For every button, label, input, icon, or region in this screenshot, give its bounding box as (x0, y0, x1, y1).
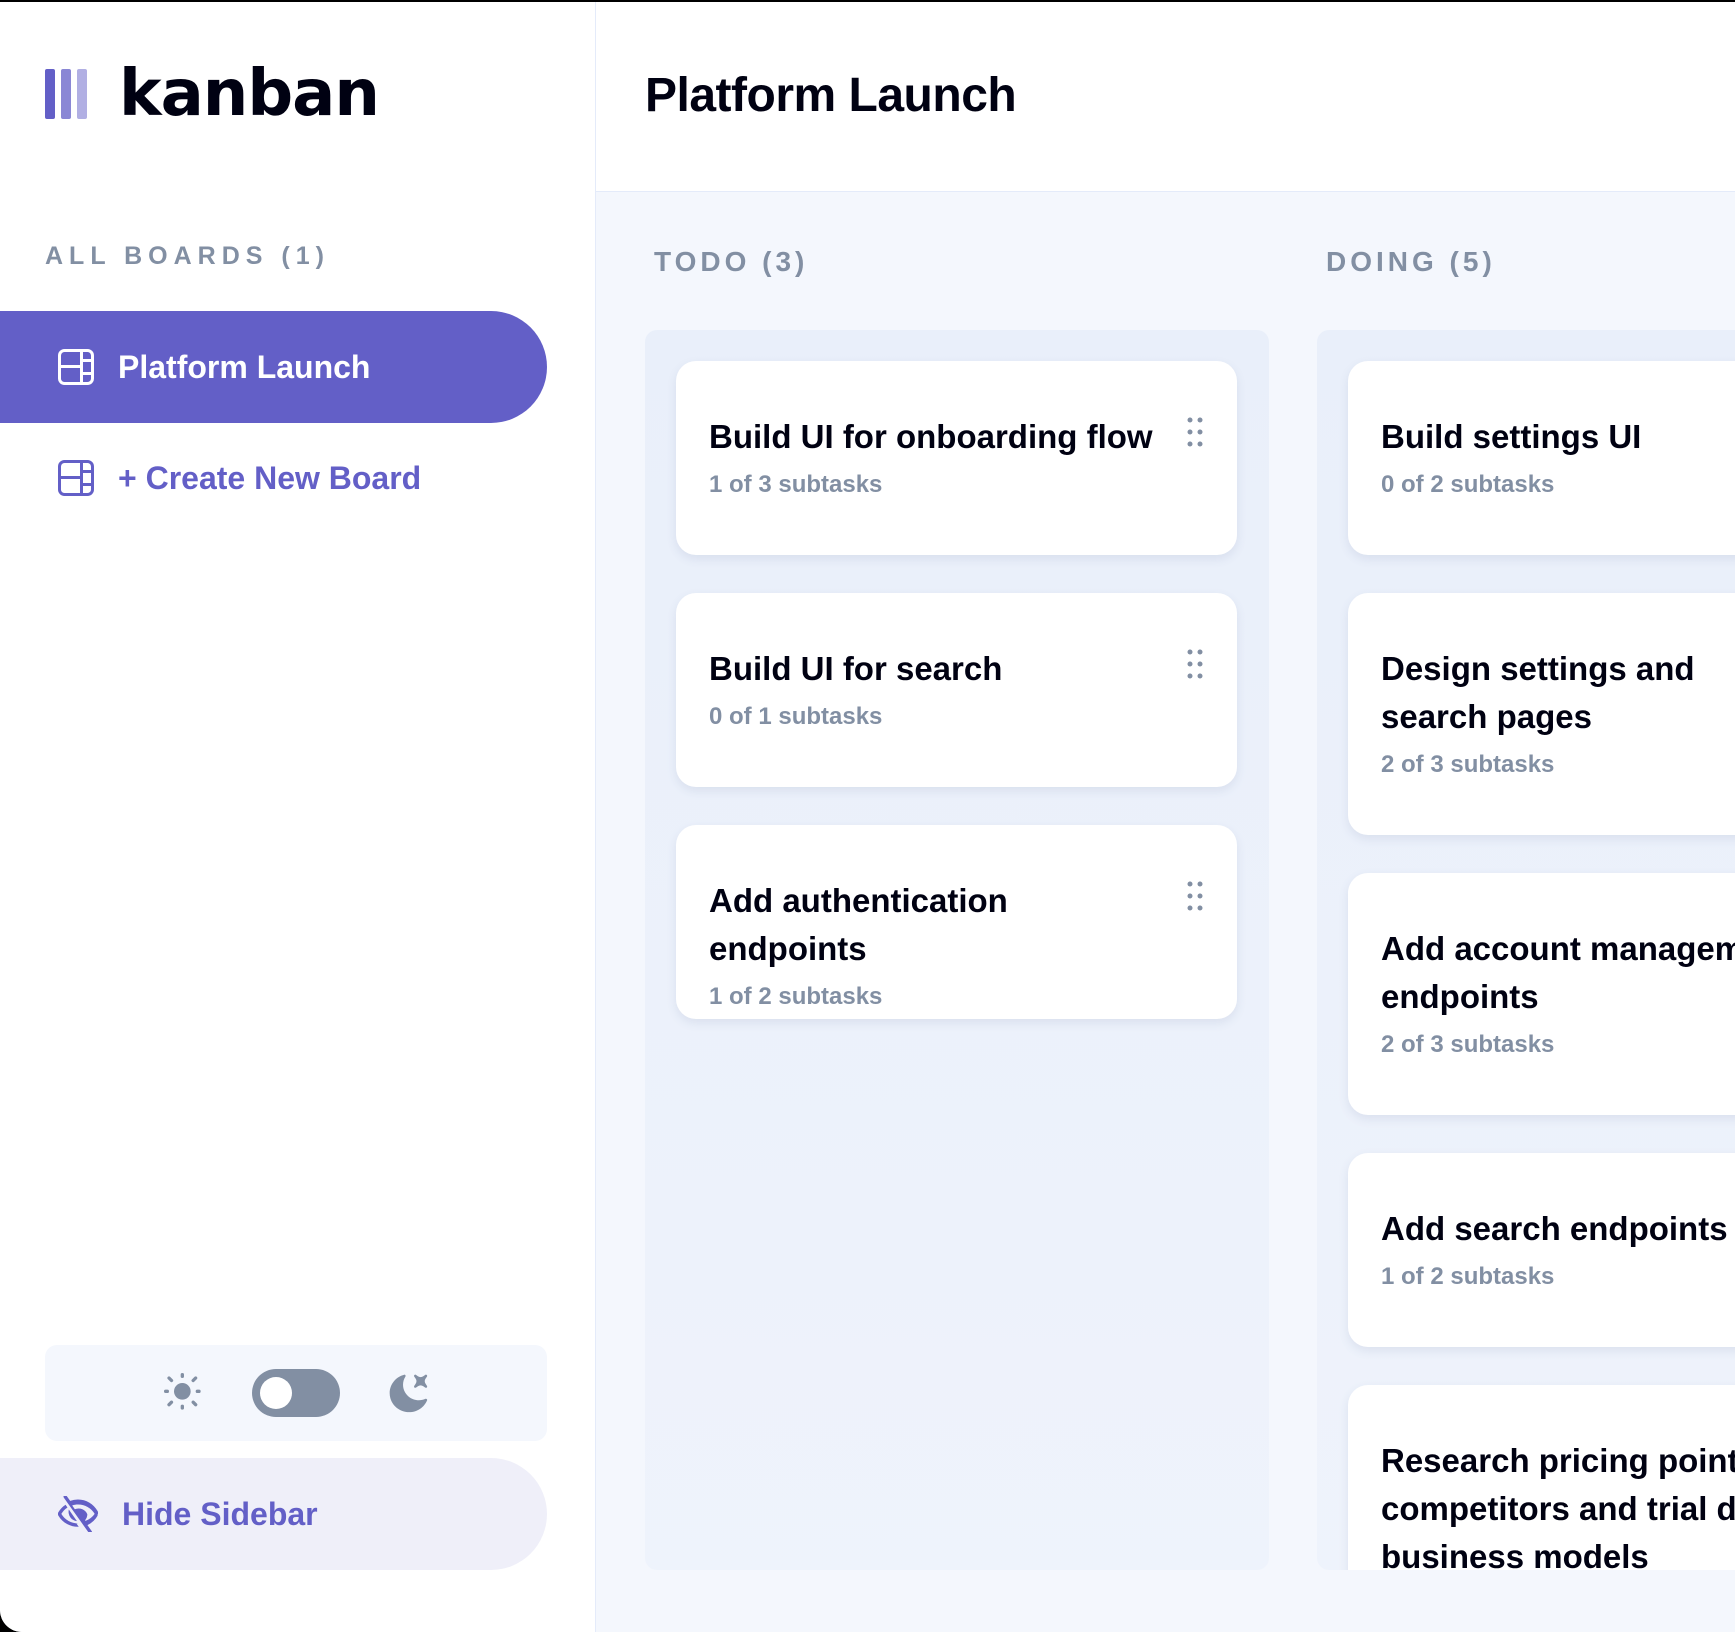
header: Platform Launch (596, 2, 1735, 192)
task-subtasks: 0 of 2 subtasks (1381, 471, 1555, 498)
task-title: Add account management endpoints (1381, 930, 1735, 1015)
task-card[interactable]: Add authentication endpoints 1 of 2 subt… (676, 825, 1237, 1019)
sidebar-item-label: Platform Launch (118, 348, 371, 385)
create-new-board-label: + Create New Board (118, 459, 422, 496)
task-subtasks: 1 of 2 subtasks (709, 983, 883, 1010)
task-subtasks: 1 of 3 subtasks (709, 471, 883, 498)
drag-handle-icon[interactable] (1187, 649, 1203, 679)
sidebar: kanban ALL BOARDS (1) Platform Launch + … (0, 2, 596, 1632)
hide-sidebar-label: Hide Sidebar (122, 1495, 318, 1532)
task-title: Build UI for onboarding flow (709, 418, 1153, 455)
task-card[interactable]: Research pricing points of various compe… (1348, 1385, 1735, 1570)
all-boards-heading: ALL BOARDS (1) (45, 242, 330, 270)
logo-icon (45, 69, 87, 119)
task-card[interactable]: Build settings UI 0 of 2 subtasks (1348, 361, 1735, 555)
logo: kanban (45, 57, 380, 131)
sidebar-item-platform-launch[interactable]: Platform Launch (0, 311, 547, 423)
sun-icon (164, 1373, 201, 1410)
dark-mode-toggle[interactable] (252, 1369, 340, 1417)
logo-text: kanban (119, 57, 380, 131)
column-doing: Build settings UI 0 of 2 subtasks Design… (1317, 330, 1735, 1570)
app-window: kanban ALL BOARDS (1) Platform Launch + … (0, 2, 1735, 1632)
task-title: Design settings and search pages (1381, 650, 1695, 735)
drag-handle-icon[interactable] (1187, 881, 1203, 911)
column-heading-doing: DOING (5) (1326, 246, 1496, 277)
create-new-board-button[interactable]: + Create New Board (0, 422, 547, 534)
task-card[interactable]: Build UI for onboarding flow 1 of 3 subt… (676, 361, 1237, 555)
task-title: Build settings UI (1381, 418, 1642, 455)
board-icon (58, 460, 94, 496)
eye-slash-icon (58, 1496, 98, 1532)
task-subtasks: 2 of 3 subtasks (1381, 751, 1555, 778)
board-icon (58, 349, 94, 385)
column-todo: Build UI for onboarding flow 1 of 3 subt… (645, 330, 1269, 1570)
task-card[interactable]: Design settings and search pages 2 of 3 … (1348, 593, 1735, 835)
task-title: Build UI for search (709, 650, 1003, 687)
task-card[interactable]: Add account management endpoints 2 of 3 … (1348, 873, 1735, 1115)
moon-icon (389, 1374, 428, 1413)
hide-sidebar-button[interactable]: Hide Sidebar (0, 1458, 547, 1570)
task-title: Add search endpoints (1381, 1210, 1728, 1247)
toggle-knob (260, 1377, 292, 1409)
task-subtasks: 1 of 2 subtasks (1381, 1263, 1555, 1290)
page-title: Platform Launch (645, 69, 1017, 122)
drag-handle-icon[interactable] (1187, 417, 1203, 447)
column-heading-todo: TODO (3) (654, 246, 809, 277)
task-subtasks: 2 of 3 subtasks (1381, 1031, 1555, 1058)
task-subtasks: 0 of 1 subtasks (709, 703, 883, 730)
task-title: Research pricing points of various compe… (1381, 1442, 1735, 1570)
task-card[interactable]: Add search endpoints 1 of 2 subtasks (1348, 1153, 1735, 1347)
theme-switcher (45, 1345, 547, 1441)
task-card[interactable]: Build UI for search 0 of 1 subtasks (676, 593, 1237, 787)
task-title: Add authentication endpoints (709, 882, 1008, 967)
